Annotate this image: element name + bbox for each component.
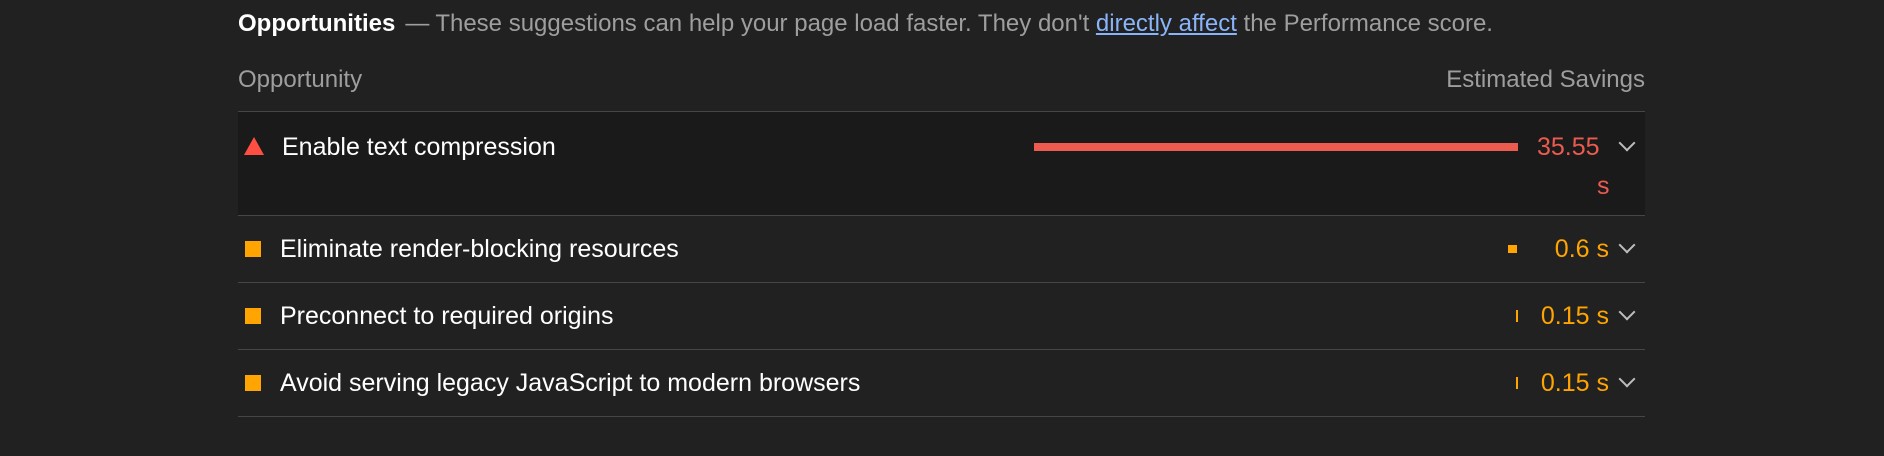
description-before: These suggestions can help your page loa… <box>435 10 1090 37</box>
savings-bar <box>1034 143 1518 151</box>
savings-bar <box>1508 245 1517 253</box>
square-average-icon <box>245 375 261 391</box>
chevron-down-icon[interactable] <box>1618 134 1636 152</box>
opportunity-column-header: Opportunity <box>238 65 363 93</box>
savings-bar <box>1516 377 1518 389</box>
savings-value: 0.15 s <box>1540 369 1609 397</box>
savings-unit: s <box>1597 172 1610 200</box>
savings-bar <box>1516 310 1518 322</box>
directly-affect-link[interactable]: directly affect <box>1096 10 1237 37</box>
group-description: These suggestions can help your page loa… <box>435 10 1493 38</box>
savings-value: 35.55 <box>1537 133 1600 161</box>
chevron-down-icon[interactable] <box>1618 236 1636 254</box>
description-after: the Performance score. <box>1243 10 1493 37</box>
group-header: Opportunities — These suggestions can he… <box>238 0 1645 48</box>
audit-row-preconnect-origins[interactable]: Preconnect to required origins 0.15 s <box>238 283 1645 350</box>
square-average-icon <box>245 308 261 324</box>
audit-title: Avoid serving legacy JavaScript to moder… <box>280 369 861 397</box>
chevron-down-icon[interactable] <box>1618 370 1636 388</box>
audit-title: Eliminate render-blocking resources <box>280 235 679 263</box>
audit-row-legacy-javascript[interactable]: Avoid serving legacy JavaScript to moder… <box>238 350 1645 417</box>
square-average-icon <box>245 241 261 257</box>
group-separator: — <box>405 10 430 37</box>
audit-row-eliminate-render-blocking[interactable]: Eliminate render-blocking resources 0.6 … <box>238 216 1645 283</box>
opportunities-section: Opportunities — These suggestions can he… <box>238 0 1645 417</box>
audit-title: Enable text compression <box>282 133 556 161</box>
audit-row-enable-text-compression[interactable]: Enable text compression 35.55 s <box>238 112 1645 216</box>
savings-value: 0.6 s <box>1554 235 1609 263</box>
savings-value: 0.15 s <box>1540 302 1609 330</box>
column-headers: Opportunity Estimated Savings <box>238 48 1645 112</box>
group-title: Opportunities <box>238 10 396 37</box>
chevron-down-icon[interactable] <box>1618 303 1636 321</box>
audit-title: Preconnect to required origins <box>280 302 614 330</box>
triangle-warning-icon <box>244 137 264 155</box>
savings-column-header: Estimated Savings <box>1446 65 1645 93</box>
